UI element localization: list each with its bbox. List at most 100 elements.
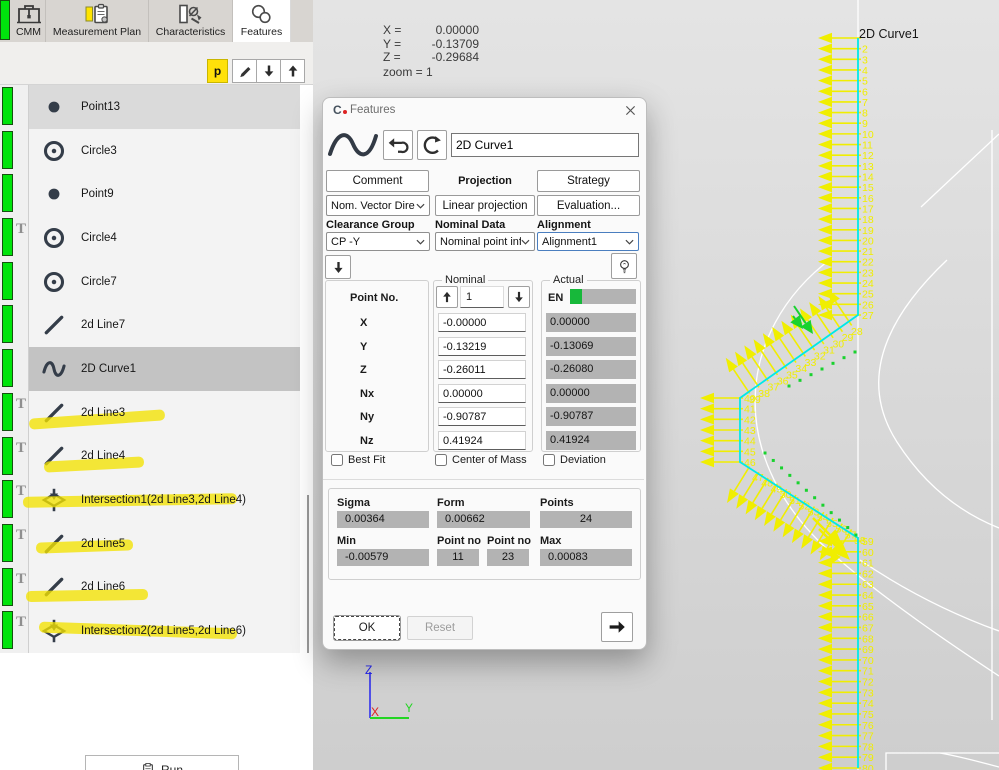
char-icon [178, 3, 204, 25]
pencil-icon [237, 63, 253, 79]
list-item-body[interactable]: Intersection1(2d Line3,2d Line4) [28, 478, 300, 522]
probe-mode-button[interactable]: p [207, 59, 228, 83]
max-point-value: 23 [487, 549, 529, 566]
nominal-y-input[interactable]: -0.13219 [438, 337, 526, 356]
reset-button[interactable]: Reset [407, 616, 473, 640]
row-gutter [0, 303, 28, 347]
tab-characteristics[interactable]: Characteristics [149, 0, 233, 42]
nominal-data-dropdown[interactable]: Nominal point inf [435, 232, 535, 251]
tab-label: CMM [12, 26, 45, 38]
en-progress-bar [570, 289, 636, 304]
list-item[interactable]: TIntersection1(2d Line3,2d Line4) [0, 478, 300, 522]
list-item-body[interactable]: Circle3 [28, 129, 300, 173]
list-item-body[interactable]: Circle7 [28, 260, 300, 304]
list-item[interactable]: Circle3 [0, 129, 300, 173]
list-item-body[interactable]: Circle4 [28, 216, 300, 260]
linear-projection-button[interactable]: Linear projection [435, 195, 535, 216]
curve-direction-button[interactable] [417, 130, 447, 160]
point-no-label: Point No. [350, 292, 398, 304]
strategy-button[interactable]: Strategy [537, 170, 640, 192]
deviation-checkbox[interactable]: Deviation [543, 454, 606, 466]
nominal-x-input[interactable]: -0.00000 [438, 313, 526, 332]
list-item[interactable]: T2d Line6 [0, 566, 300, 610]
feature-name-input[interactable] [451, 133, 639, 157]
list-item-body[interactable]: Intersection2(2d Line5,2d Line6) [28, 609, 300, 653]
evaluation-button[interactable]: Evaluation... [537, 195, 640, 216]
circle-icon [41, 269, 67, 295]
list-item-body[interactable]: 2d Line7 [28, 303, 300, 347]
coord-label-ny: Ny [360, 411, 374, 423]
list-item-body[interactable]: Point9 [28, 172, 300, 216]
alignment-dropdown[interactable]: Alignment1 [537, 232, 639, 251]
nominal-nx-input[interactable]: 0.00000 [438, 384, 526, 403]
list-item[interactable]: TCircle4 [0, 216, 300, 260]
dialog-titlebar[interactable]: C Features [323, 98, 646, 122]
list-item-body[interactable]: 2d Line6 [28, 566, 300, 610]
hint-button[interactable] [611, 253, 637, 279]
features-icon [249, 3, 275, 25]
arrow-up-icon [285, 63, 301, 79]
list-item[interactable]: T2d Line3 [0, 391, 300, 435]
list-item-body[interactable]: 2d Line4 [28, 435, 300, 479]
row-gutter: T [0, 216, 28, 260]
list-item[interactable]: Point9 [0, 172, 300, 216]
transfer-down-button[interactable] [325, 255, 351, 279]
nominal-z-input[interactable]: -0.26011 [438, 360, 526, 379]
arc-icon [421, 134, 443, 156]
feature-label: Point13 [81, 101, 120, 113]
alignment-label: Alignment [537, 219, 591, 231]
cmm-icon [16, 3, 42, 25]
list-item[interactable]: T2d Line4 [0, 435, 300, 479]
list-item[interactable]: T2d Line5 [0, 522, 300, 566]
feature-label: 2D Curve1 [81, 363, 136, 375]
center-of-mass-checkbox[interactable]: Center of Mass [435, 454, 527, 466]
list-item[interactable]: Circle7 [0, 260, 300, 304]
en-label: EN [548, 292, 563, 304]
list-item-body[interactable]: 2d Line3 [28, 391, 300, 435]
traffic-light-indicator [2, 131, 13, 169]
traffic-light-indicator [2, 174, 13, 212]
nominal-nz-input[interactable]: 0.41924 [438, 431, 526, 450]
row-gutter [0, 260, 28, 304]
point-no-input[interactable]: 1 [460, 286, 504, 308]
points-value: 24 [540, 511, 632, 528]
nominal-ny-input[interactable]: -0.90787 [438, 407, 526, 426]
best-fit-checkbox[interactable]: Best Fit [331, 454, 385, 466]
list-item[interactable]: TIntersection2(2d Line5,2d Line6) [0, 609, 300, 653]
close-icon[interactable] [622, 102, 638, 118]
left-panel: CMMMeasurement PlanCharacteristicsFeatur… [0, 0, 313, 770]
list-item[interactable]: Point13 [0, 85, 300, 129]
traffic-light-indicator [2, 568, 13, 606]
nominal-group: Nominal 1 -0.00000-0.13219-0.260110.0000… [433, 280, 533, 452]
move-up-button[interactable] [280, 59, 305, 83]
row-gutter [0, 85, 28, 129]
recall-feature-button[interactable] [383, 130, 413, 160]
chevron-down-icon [416, 203, 425, 209]
point-prev-button[interactable] [436, 286, 458, 308]
next-feature-button[interactable] [601, 612, 633, 642]
nominal-vector-dropdown[interactable]: Nom. Vector Dire [326, 195, 430, 216]
edit-button[interactable] [232, 59, 257, 83]
list-item-body[interactable]: Point13 [28, 85, 300, 129]
traffic-light-indicator [2, 611, 13, 649]
run-button[interactable]: Run [85, 755, 239, 770]
list-item[interactable]: 2D Curve1 [0, 347, 300, 391]
list-item-body[interactable]: 2d Line5 [28, 522, 300, 566]
point-next-button[interactable] [508, 286, 530, 308]
list-item-body[interactable]: 2D Curve1 [28, 347, 300, 391]
tab-cmm[interactable]: CMM [12, 0, 46, 42]
traffic-light-indicator [2, 480, 13, 518]
tab-label: Features [233, 26, 290, 38]
run-button-label: Run [161, 763, 183, 770]
list-item[interactable]: 2d Line7 [0, 303, 300, 347]
tab-features[interactable]: Features [233, 0, 291, 42]
clearance-group-dropdown[interactable]: CP -Y [326, 232, 430, 251]
move-down-button[interactable] [256, 59, 281, 83]
checkbox-icon [435, 454, 447, 466]
tab-measurement-plan[interactable]: Measurement Plan [46, 0, 149, 42]
curve-feature-icon [327, 126, 379, 166]
points-label: Points [540, 497, 574, 509]
feature-label: Circle7 [81, 276, 117, 288]
ok-button[interactable]: OK [334, 616, 400, 640]
comment-button[interactable]: Comment [326, 170, 429, 192]
